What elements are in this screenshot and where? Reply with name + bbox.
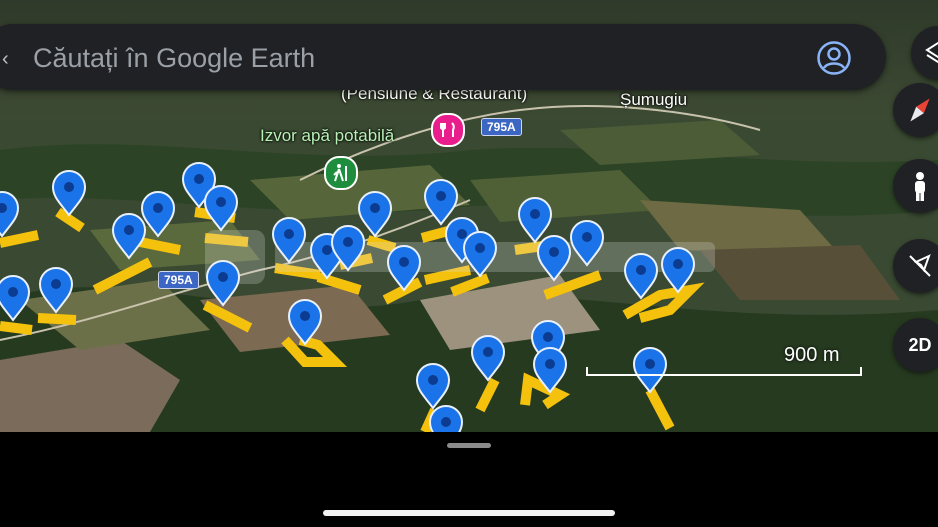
search-placeholder[interactable]: Căutați în Google Earth — [33, 43, 315, 74]
map-pin-icon[interactable] — [424, 179, 458, 225]
pegman-icon — [915, 172, 925, 201]
account-circle-icon[interactable] — [816, 40, 852, 76]
sheet-drag-handle[interactable] — [447, 443, 491, 448]
home-indicator — [323, 510, 615, 516]
map-pin-icon[interactable] — [387, 245, 421, 291]
chevron-left-icon[interactable]: ‹ — [2, 48, 9, 71]
map-pin-icon[interactable] — [358, 191, 392, 237]
map-pin-icon[interactable] — [52, 170, 86, 216]
layers-icon — [925, 41, 938, 64]
scale-bar — [586, 367, 862, 376]
map-pin-icon[interactable] — [570, 220, 604, 266]
map-pin-icon[interactable] — [0, 275, 30, 321]
view-mode-label: 2D — [908, 335, 932, 355]
map-pin-icon[interactable] — [39, 267, 73, 313]
map-pin-icon[interactable] — [429, 405, 463, 432]
view-mode-button[interactable]: 2D — [893, 318, 938, 372]
map-pin-icon[interactable] — [416, 363, 450, 409]
map-pin-icon[interactable] — [112, 213, 146, 259]
my-location-button[interactable] — [893, 239, 938, 293]
map-pin-icon[interactable] — [0, 191, 19, 237]
map-pin-icon[interactable] — [533, 347, 567, 393]
compass-icon — [910, 98, 930, 122]
map-pin-icon[interactable] — [661, 247, 695, 293]
map-pin-icon[interactable] — [288, 299, 322, 345]
map-pin-icon[interactable] — [537, 235, 571, 281]
search-bar[interactable]: ‹ Căutați în Google Earth — [0, 24, 886, 90]
map-view[interactable]: (Pensiune & Restaurant) Șumugiu Izvor ap… — [0, 0, 938, 432]
map-pin-icon[interactable] — [141, 191, 175, 237]
layers-button[interactable] — [911, 26, 938, 80]
map-pin-icon[interactable] — [471, 335, 505, 381]
map-pin-icon[interactable] — [272, 217, 306, 263]
map-pin-icon[interactable] — [624, 253, 658, 299]
compass-button[interactable] — [893, 83, 938, 137]
street-view-button[interactable] — [893, 159, 938, 213]
map-pin-icon[interactable] — [463, 231, 497, 277]
scale-label: 900 m — [784, 344, 840, 366]
location-off-icon — [909, 254, 931, 277]
map-pin-icon[interactable] — [206, 260, 240, 306]
map-pin-icon[interactable] — [518, 197, 552, 243]
map-pin-icon[interactable] — [204, 185, 238, 231]
bottom-sheet[interactable] — [0, 432, 938, 527]
